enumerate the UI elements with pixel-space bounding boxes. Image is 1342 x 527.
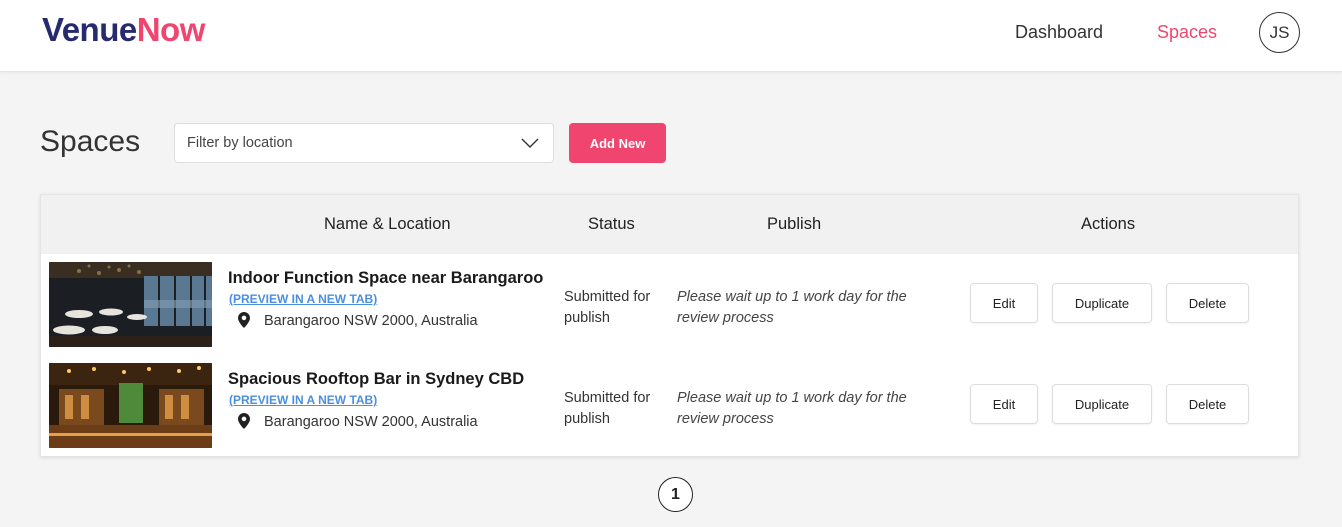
add-new-button[interactable]: Add New	[569, 123, 666, 163]
status-text: Submitted for publish	[564, 289, 651, 326]
preview-link[interactable]: (PREVIEW IN A NEW TAB)	[229, 292, 377, 306]
table-header: Name & Location Status Publish Actions	[41, 195, 1298, 254]
venuenow-logo[interactable]: VenueNow	[42, 11, 205, 49]
filter-placeholder: Filter by location	[187, 135, 293, 151]
table-row: Indoor Function Space near Barangaroo (P…	[41, 254, 1298, 355]
duplicate-button[interactable]: Duplicate	[1052, 384, 1152, 424]
status-text: Submitted for publish	[564, 390, 651, 427]
delete-button[interactable]: Delete	[1166, 384, 1249, 424]
column-name-location: Name & Location	[324, 215, 451, 233]
column-publish: Publish	[767, 215, 822, 233]
preview-link[interactable]: (PREVIEW IN A NEW TAB)	[229, 393, 377, 407]
nav-dashboard[interactable]: Dashboard	[1015, 22, 1103, 43]
user-avatar[interactable]: JS	[1259, 12, 1300, 53]
page-title: Spaces	[40, 125, 141, 158]
edit-button[interactable]: Edit	[970, 283, 1038, 323]
duplicate-button[interactable]: Duplicate	[1052, 283, 1152, 323]
space-thumbnail[interactable]	[49, 262, 212, 347]
edit-button[interactable]: Edit	[970, 384, 1038, 424]
column-status: Status	[588, 215, 635, 233]
space-name: Indoor Function Space near Barangaroo	[228, 269, 544, 287]
nav-spaces[interactable]: Spaces	[1157, 22, 1217, 43]
top-header: VenueNow Dashboard Spaces JS	[0, 0, 1342, 72]
logo-part-now: Now	[136, 11, 206, 48]
map-pin-icon	[238, 413, 250, 429]
location-filter-select[interactable]: Filter by location	[174, 123, 554, 163]
chevron-down-icon	[521, 138, 539, 148]
delete-button[interactable]: Delete	[1166, 283, 1249, 323]
map-pin-icon	[238, 312, 250, 328]
publish-note: Please wait up to 1 work day for the rev…	[677, 390, 907, 427]
table-row: Spacious Rooftop Bar in Sydney CBD (PREV…	[41, 355, 1298, 456]
location-text: Barangaroo NSW 2000, Australia	[264, 414, 478, 430]
space-thumbnail[interactable]	[49, 363, 212, 448]
column-actions: Actions	[1081, 215, 1136, 233]
space-name: Spacious Rooftop Bar in Sydney CBD	[228, 370, 525, 388]
spaces-table: Name & Location Status Publish Actions I…	[40, 194, 1299, 457]
logo-part-venue: Venue	[42, 11, 137, 48]
publish-note: Please wait up to 1 work day for the rev…	[677, 289, 907, 326]
pagination-page-button[interactable]: 1	[658, 477, 693, 512]
location-text: Barangaroo NSW 2000, Australia	[264, 313, 478, 329]
